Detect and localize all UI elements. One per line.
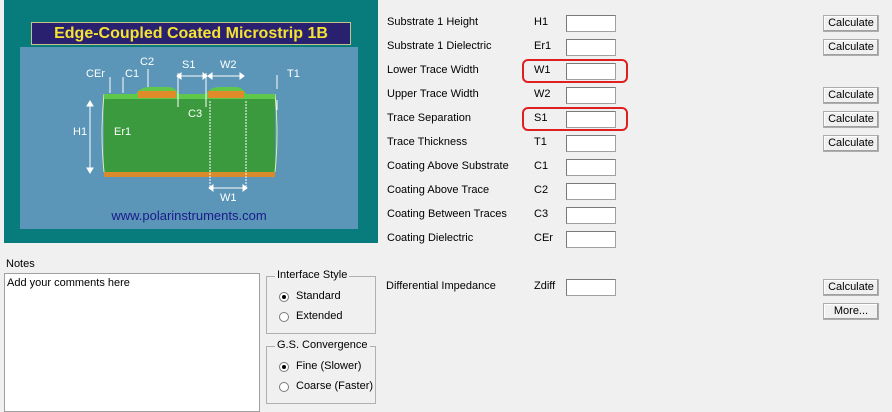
radio-standard-label: Standard — [296, 290, 341, 302]
coating-above-trace-field[interactable] — [566, 183, 616, 200]
label-h1: H1 — [73, 126, 88, 138]
radio-fine[interactable] — [279, 362, 289, 372]
label-cer: CEr — [86, 68, 105, 80]
notes-textarea[interactable]: Add your comments here — [4, 273, 260, 412]
radio-extended-label: Extended — [296, 310, 343, 322]
interface-style-title: Interface Style — [275, 269, 350, 281]
substrate-1-height-field[interactable] — [566, 15, 616, 32]
calculate-upper-trace-width-button[interactable]: Calculate — [823, 87, 879, 104]
label-w1: W1 — [220, 192, 237, 204]
coating-above-trace-symbol: C2 — [534, 184, 549, 196]
coating-between-traces-symbol: C3 — [534, 208, 549, 220]
gs-convergence-group: G.S. Convergence Fine (Slower) Coarse (F… — [266, 339, 376, 404]
coating-above-substrate-field[interactable] — [566, 159, 616, 176]
trace-thickness-symbol: T1 — [534, 136, 547, 148]
calculate-substrate-1-dielectric-button[interactable]: Calculate — [823, 39, 879, 56]
label-er1: Er1 — [114, 126, 132, 138]
label-c2: C2 — [140, 56, 155, 68]
calculate-trace-thickness-button[interactable]: Calculate — [823, 135, 879, 152]
label-t1: T1 — [287, 68, 300, 80]
highlight-trace-separation — [522, 107, 628, 131]
calculate-trace-separation-button[interactable]: Calculate — [823, 111, 879, 128]
more-button[interactable]: More... — [823, 303, 879, 320]
radio-fine-label: Fine (Slower) — [296, 360, 362, 372]
notes-label: Notes — [6, 258, 35, 270]
label-c3: C3 — [188, 108, 203, 120]
diagram-url: www.polarinstruments.com — [111, 208, 267, 223]
trace-separation-label: Trace Separation — [387, 112, 471, 124]
coating-between-traces-label: Coating Between Traces — [387, 208, 507, 220]
trace-thickness-field[interactable] — [566, 135, 616, 152]
diagram-canvas: CEr C1 C2 S1 W2 T1 H1 Er1 C3 W1 www.pola… — [20, 47, 358, 229]
radio-extended[interactable] — [279, 312, 289, 322]
upper-trace-width-label: Upper Trace Width — [387, 88, 479, 100]
zdiff-field[interactable] — [566, 279, 616, 296]
lower-trace-width-label: Lower Trace Width — [387, 64, 479, 76]
interface-style-group: Interface Style Standard Extended — [266, 269, 376, 334]
substrate-1-dielectric-symbol: Er1 — [534, 40, 552, 52]
impedance-symbol: Zdiff — [534, 280, 556, 292]
coating-above-substrate-label: Coating Above Substrate — [387, 160, 509, 172]
label-s1: S1 — [182, 59, 196, 71]
radio-standard[interactable] — [279, 292, 289, 302]
coating-between-traces-field[interactable] — [566, 207, 616, 224]
coating-dielectric-symbol: CEr — [534, 232, 553, 244]
substrate-1-dielectric-field[interactable] — [566, 39, 616, 56]
label-w2: W2 — [220, 59, 237, 71]
trace-thickness-label: Trace Thickness — [387, 136, 468, 148]
coating-dielectric-label: Coating Dielectric — [387, 232, 474, 244]
calculate-impedance-button[interactable]: Calculate — [823, 279, 879, 296]
label-c1: C1 — [125, 68, 140, 80]
radio-coarse[interactable] — [279, 382, 289, 392]
substrate-1-height-label: Substrate 1 Height — [387, 16, 479, 28]
substrate-1-height-symbol: H1 — [534, 16, 549, 28]
diagram-title: Edge-Coupled Coated Microstrip 1B — [31, 22, 351, 45]
impedance-label: Differential Impedance — [386, 280, 496, 292]
calculate-substrate-1-height-button[interactable]: Calculate — [823, 15, 879, 32]
gs-convergence-title: G.S. Convergence — [275, 339, 370, 351]
cross-section-drawing — [86, 69, 278, 192]
highlight-lower-trace-width — [522, 59, 628, 83]
radio-coarse-label: Coarse (Faster) — [296, 380, 374, 392]
coating-above-substrate-symbol: C1 — [534, 160, 549, 172]
upper-trace-width-field[interactable] — [566, 87, 616, 104]
substrate-1-dielectric-label: Substrate 1 Dielectric — [387, 40, 492, 52]
structure-diagram: Edge-Coupled Coated Microstrip 1B CEr C1… — [4, 0, 378, 243]
coating-dielectric-field[interactable] — [566, 231, 616, 248]
coating-above-trace-label: Coating Above Trace — [387, 184, 490, 196]
upper-trace-width-symbol: W2 — [534, 88, 551, 100]
